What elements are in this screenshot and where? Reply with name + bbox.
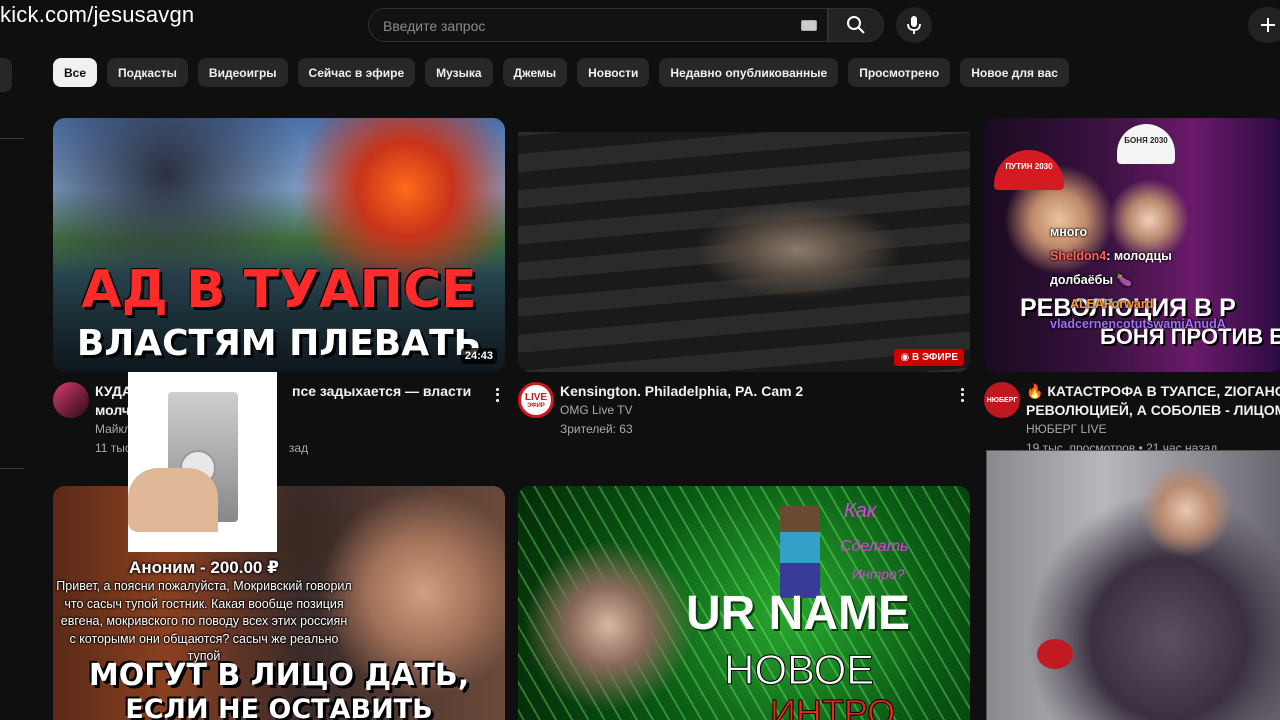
thumbnail-how-text: Интро?: [852, 566, 905, 582]
donation-alert: Аноним - 200.00 ₽ Привет, а поясни пожал…: [56, 558, 352, 666]
video-stats: Зрителей: 63: [560, 422, 633, 436]
chip-new-to-you[interactable]: Новое для вас: [960, 58, 1069, 87]
cap-text: ПУТИН 2030: [1005, 162, 1053, 171]
channel-name[interactable]: OMG Live TV: [560, 401, 970, 420]
video-duration: 24:43: [460, 348, 497, 364]
minecraft-figure: [780, 506, 820, 598]
video-meta: НЮБЕРГ 🔥 КАТАСТРОФА В ТУАПСЕ, ZIОГАНОВ П…: [984, 372, 1280, 462]
thumbnail-subheadline: ЕСЛИ НЕ ОСТАВИТЬ ЧАЕВЫЕ?: [125, 694, 433, 720]
video-thumbnail[interactable]: АД В ТУАПСЕ ВЛАСТЯМ ПЛЕВАТЬ 24:43: [53, 118, 505, 372]
plus-icon: [1261, 18, 1275, 32]
chat-message: vladcernencotutswamiAnudA: [1050, 317, 1226, 331]
white-cap: БОНЯ 2030: [1117, 124, 1175, 164]
thumbnail-how-text: Как: [844, 500, 877, 522]
video-meta: КУДА псе задыхается — власти молч Майкл 11…: [53, 372, 505, 462]
chat-message: Sheldon4: молодцы: [1050, 249, 1172, 263]
microphone-icon: [907, 16, 921, 34]
thumbnail-subheadline: ВЛАСТЯМ ПЛЕВАТЬ: [76, 323, 482, 364]
chip-watched[interactable]: Просмотрено: [848, 58, 951, 87]
video-thumbnail[interactable]: ◉ В ЭФИРЕ: [518, 118, 970, 372]
stream-chat-overlay: много Sheldon4: молодцы долбаёбы 🍆 ALEAF…: [1050, 220, 1226, 336]
video-title[interactable]: 🔥 КАТАСТРОФА В ТУАПСЕ, ZIОГАНОВ ПРЕВОЛЮЦ…: [1026, 382, 1280, 420]
donation-message: Привет, а поясни пожалуйста, Мокривский …: [56, 579, 352, 663]
chip-jams[interactable]: Джемы: [502, 58, 568, 87]
filter-chips-bar: Все Подкасты Видеоигры Сейчас в эфире Му…: [53, 58, 1069, 87]
microphone-icon: [1037, 639, 1073, 669]
chip-videogames[interactable]: Видеоигры: [197, 58, 288, 87]
video-card[interactable]: Как Сделать Интро? UR NAME НОВОЕ ИНТРО: [518, 486, 970, 720]
thumbnail-headline: АД В ТУАПСЕ: [81, 260, 477, 320]
donation-name: Аноним - 200.00 ₽: [129, 558, 279, 577]
chip-news[interactable]: Новости: [577, 58, 650, 87]
channel-avatar[interactable]: НЮБЕРГ: [984, 382, 1020, 418]
channel-name[interactable]: НЮБЕРГ LIVE: [1026, 420, 1280, 439]
channel-avatar[interactable]: [53, 382, 89, 418]
avatar-live-text: LIVE: [524, 391, 548, 403]
voice-search-button[interactable]: [896, 7, 932, 43]
thumbnail-new-text: НОВОЕ: [723, 646, 875, 694]
thumbnail-name-text: UR NAME: [686, 587, 910, 640]
sidebar-active-item[interactable]: [0, 58, 12, 92]
chip-podcasts[interactable]: Подкасты: [107, 58, 188, 87]
video-thumbnail[interactable]: Как Сделать Интро? UR NAME НОВОЕ ИНТРО: [518, 486, 970, 720]
chat-message: долбаёбы 🍆: [1050, 273, 1133, 287]
avatar-text: НЮБЕРГ: [986, 396, 1018, 404]
streamer-webcam: [986, 450, 1280, 720]
sidebar-divider: [0, 138, 24, 139]
live-badge: ◉ В ЭФИРЕ: [894, 349, 964, 366]
keyboard-icon[interactable]: [801, 20, 817, 31]
search-button[interactable]: [828, 8, 884, 42]
avatar-sub-text: ЭФИР: [527, 402, 545, 409]
finger-image: [128, 468, 218, 532]
search-icon: [847, 16, 865, 34]
more-options-button[interactable]: [489, 384, 505, 406]
thumbnail-how-text: Сделать: [840, 538, 909, 555]
search-placeholder: Введите запрос: [383, 18, 486, 34]
chip-all[interactable]: Все: [53, 58, 98, 87]
video-meta: LIVE ЭФИР Kensington. Philadelphia, PA. …: [518, 372, 970, 462]
sidebar-divider: [0, 468, 24, 469]
video-title[interactable]: Kensington. Philadelphia, PA. Cam 2: [560, 382, 950, 401]
chat-message: много: [1050, 225, 1088, 239]
chip-live-now[interactable]: Сейчас в эфире: [297, 58, 416, 87]
red-cap: ПУТИН 2030: [994, 150, 1064, 190]
create-button[interactable]: [1248, 7, 1280, 43]
search-input[interactable]: Введите запрос: [368, 8, 828, 42]
thumbnail-intro-text: ИНТРО: [769, 692, 896, 720]
stream-url-overlay: kick.com/jesusavgn: [0, 2, 195, 27]
donation-alert-image: [128, 372, 277, 552]
thumbnail-letterbox: [518, 118, 970, 132]
video-card[interactable]: ◉ В ЭФИРЕ LIVE ЭФИР Kensington. Philadel…: [518, 118, 970, 462]
cap-text: БОНЯ 2030: [1124, 136, 1168, 145]
channel-avatar[interactable]: LIVE ЭФИР: [518, 382, 554, 418]
chip-recently-uploaded[interactable]: Недавно опубликованные: [659, 58, 839, 87]
video-card[interactable]: АД В ТУАПСЕ ВЛАСТЯМ ПЛЕВАТЬ 24:43 КУДА пс…: [53, 118, 505, 462]
more-options-button[interactable]: [954, 384, 970, 406]
chip-music[interactable]: Музыка: [425, 58, 493, 87]
